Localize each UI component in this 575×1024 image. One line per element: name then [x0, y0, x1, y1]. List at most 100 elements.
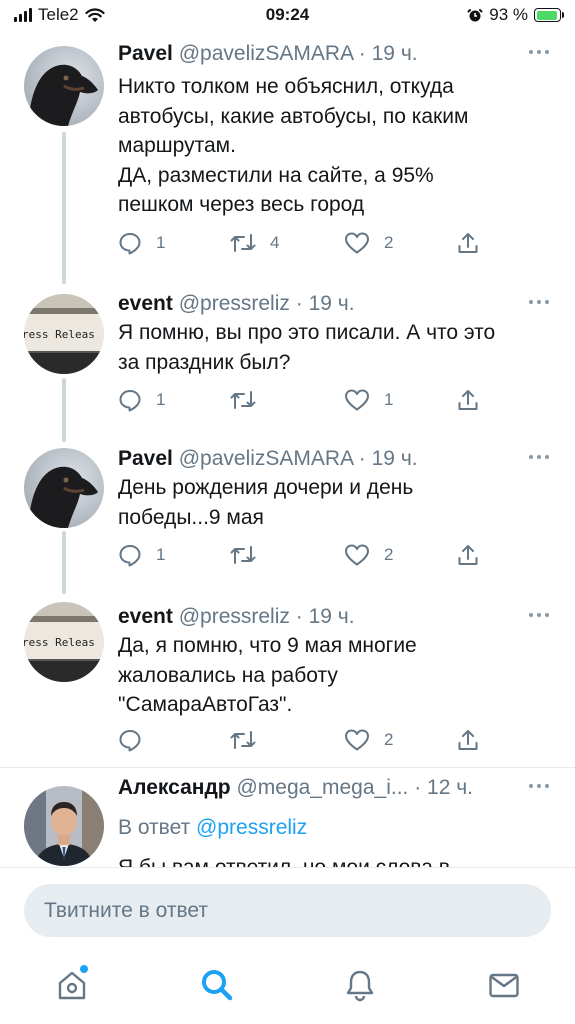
tweet-header: Александр @mega_mega_i... · 12 ч. [118, 774, 538, 802]
retweet-icon [230, 234, 256, 252]
retweet-button[interactable] [230, 387, 270, 413]
tweet-text: Я бы вам ответил, но мои слова в [118, 853, 558, 867]
tweet[interactable]: ress Releas event @pressreliz · 19 ч. Да… [0, 597, 575, 767]
header-separator: · [408, 776, 428, 799]
like-count: 2 [384, 545, 394, 564]
avatar-text: ress Releas [24, 328, 95, 341]
tweet[interactable]: Александр @mega_mega_i... · 12 ч. В отве… [0, 768, 575, 867]
reply-context: В ответ @pressreliz [118, 814, 307, 842]
share-icon [458, 233, 478, 253]
avatar[interactable]: ress Releas [24, 294, 104, 374]
tweet-header: Pavel @pavelizSAMARA · 19 ч. [118, 40, 538, 68]
avatar-dog-image [24, 448, 104, 528]
tab-home[interactable] [52, 965, 92, 1005]
share-button[interactable] [456, 230, 480, 256]
tab-notifications[interactable] [340, 965, 380, 1005]
author-name[interactable]: event [118, 605, 173, 628]
reply-to-link[interactable]: @pressreliz [196, 816, 307, 839]
retweet-icon [230, 731, 256, 749]
author-name[interactable]: Pavel [118, 447, 173, 470]
alarm-icon [467, 9, 483, 22]
heart-icon [345, 544, 369, 566]
header-separator: · [289, 605, 309, 628]
reply-button[interactable]: 1 [118, 230, 165, 256]
tweet-header: event @pressreliz · 19 ч. [118, 290, 538, 318]
tweet-time: 19 ч. [371, 447, 418, 470]
more-options-icon[interactable] [529, 300, 549, 304]
home-icon [58, 971, 86, 1000]
retweet-icon [230, 546, 256, 564]
author-handle[interactable]: @pavelizSAMARA [179, 42, 353, 65]
share-button[interactable] [456, 542, 480, 568]
reply-input[interactable] [24, 884, 551, 937]
tab-search[interactable] [197, 965, 237, 1005]
retweet-button[interactable] [230, 727, 270, 753]
avatar[interactable] [24, 786, 104, 866]
conversation-feed[interactable]: Pavel @pavelizSAMARA · 19 ч. Никто толко… [0, 34, 575, 867]
share-icon [458, 730, 478, 750]
retweet-button[interactable]: 4 [230, 230, 279, 256]
avatar-man-image [24, 786, 104, 866]
tweet[interactable]: Pavel @pavelizSAMARA · 19 ч. Никто толко… [0, 34, 575, 284]
retweet-button[interactable] [230, 542, 270, 568]
author-name[interactable]: Pavel [118, 42, 173, 65]
new-content-dot [80, 965, 88, 973]
share-button[interactable] [456, 387, 480, 413]
more-options-icon[interactable] [529, 455, 549, 459]
heart-icon [345, 232, 369, 254]
reply-bar [0, 867, 575, 953]
like-button[interactable]: 1 [344, 387, 393, 413]
tweet-actions: 1 1 [118, 387, 488, 413]
avatar[interactable] [24, 46, 104, 126]
share-button[interactable] [456, 727, 480, 753]
tweet-actions: 2 [118, 727, 488, 753]
tweet-time: 19 ч. [371, 42, 418, 65]
retweet-count: 4 [270, 233, 280, 252]
reply-button[interactable] [118, 727, 156, 753]
search-icon [202, 970, 233, 1001]
avatar-dog-image [24, 46, 104, 126]
battery-percent: 93 % [489, 5, 528, 24]
header-separator: · [352, 447, 372, 470]
reply-icon [119, 390, 141, 412]
like-button[interactable]: 2 [344, 230, 393, 256]
more-options-icon[interactable] [529, 784, 549, 788]
tweet-actions: 1 2 [118, 542, 488, 568]
author-handle[interactable]: @pressreliz [179, 292, 290, 315]
like-button[interactable]: 2 [344, 727, 393, 753]
reply-icon [119, 233, 141, 255]
reply-icon [119, 545, 141, 567]
share-icon [458, 545, 478, 565]
notifications-icon [346, 970, 374, 1002]
author-handle[interactable]: @mega_mega_i... [236, 776, 408, 799]
avatar[interactable]: ress Releas [24, 602, 104, 682]
reply-button[interactable]: 1 [118, 387, 165, 413]
like-button[interactable]: 2 [344, 542, 393, 568]
author-name[interactable]: Александр [118, 776, 231, 799]
author-handle[interactable]: @pressreliz [179, 605, 290, 628]
more-options-icon[interactable] [529, 613, 549, 617]
author-handle[interactable]: @pavelizSAMARA [179, 447, 353, 470]
share-icon [458, 390, 478, 410]
avatar-press-release-image: ress Releas [24, 602, 104, 682]
reply-button[interactable]: 1 [118, 542, 165, 568]
messages-icon [489, 973, 519, 998]
avatar[interactable] [24, 448, 104, 528]
tab-messages[interactable] [484, 965, 524, 1005]
author-name[interactable]: event [118, 292, 173, 315]
reply-count: 1 [156, 233, 166, 252]
status-bar: Tele2 09:24 93 % [0, 0, 575, 34]
reply-icon [119, 730, 141, 752]
reply-count: 1 [156, 545, 166, 564]
more-options-icon[interactable] [529, 50, 549, 54]
like-count: 2 [384, 730, 394, 749]
tweet-text: Да, я помню, что 9 мая многие жаловались… [118, 634, 417, 716]
battery-charging-icon [534, 8, 564, 22]
tweet[interactable]: ress Releas event @pressreliz · 19 ч. Я … [0, 284, 575, 439]
tweet[interactable]: Pavel @pavelizSAMARA · 19 ч. День рожден… [0, 439, 575, 597]
like-count: 2 [384, 233, 394, 252]
tweet-header: event @pressreliz · 19 ч. [118, 603, 538, 631]
tweet-time: 12 ч. [427, 776, 474, 799]
tab-bar [0, 953, 575, 1024]
header-separator: · [352, 42, 372, 65]
